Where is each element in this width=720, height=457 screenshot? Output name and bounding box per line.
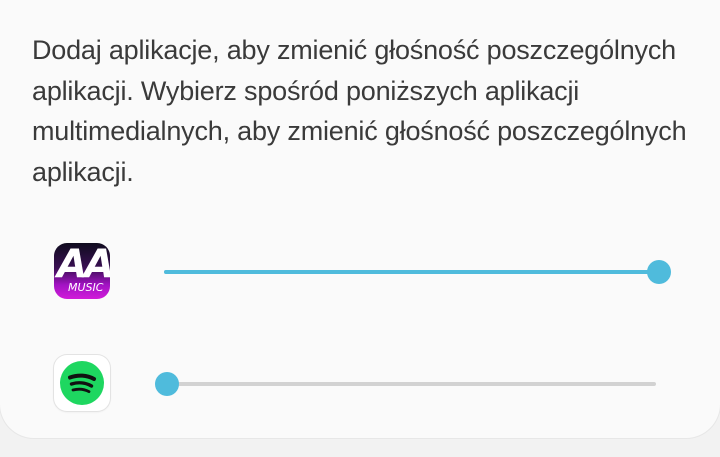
aa-music-icon-subtext: MUSIC (68, 281, 104, 294)
spotify-icon (54, 355, 110, 411)
volume-slider-spotify[interactable] (155, 372, 656, 396)
aa-music-icon: AA MUSIC (54, 243, 110, 299)
app-row-aa-music: AA MUSIC (0, 226, 720, 316)
app-volume-card: Dodaj aplikacje, aby zmienić głośność po… (0, 0, 720, 438)
description-text: Dodaj aplikacje, aby zmienić głośność po… (32, 35, 687, 187)
slider-thumb[interactable] (647, 260, 671, 284)
screen: Dodaj aplikacje, aby zmienić głośność po… (0, 0, 720, 457)
spotify-logo-icon (60, 361, 104, 405)
slider-fill (164, 270, 656, 274)
slider-track[interactable] (164, 382, 656, 386)
slider-thumb[interactable] (155, 372, 179, 396)
app-row-spotify (0, 338, 720, 428)
volume-slider-aa-music[interactable] (164, 260, 671, 284)
